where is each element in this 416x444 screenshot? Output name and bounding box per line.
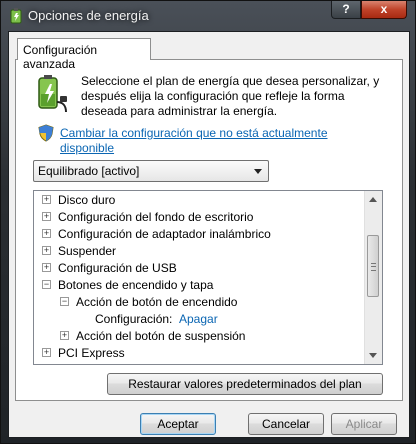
power-plan-select[interactable]: Equilibrado [activo] [33, 160, 269, 182]
change-unavailable-settings-link[interactable]: Cambiar la configuración que no está act… [60, 126, 360, 156]
restore-defaults-button[interactable]: Restaurar valores predeterminados del pl… [107, 373, 383, 395]
window-frame: Opciones de energía ? x Configuración av… [0, 0, 416, 444]
tab-advanced-settings[interactable]: Configuración avanzada [17, 38, 151, 71]
collapse-icon[interactable]: − [60, 297, 69, 306]
tree-item-label: Configuración de adaptador inalámbrico [58, 227, 271, 241]
setting-value-link[interactable]: Apagar [179, 310, 218, 328]
expand-icon[interactable]: + [42, 229, 51, 238]
close-button[interactable]: x [361, 1, 407, 19]
tree-item-label: Acción del botón de suspensión [76, 329, 246, 343]
apply-button[interactable]: Aplicar [331, 413, 397, 435]
dialog-client-area: Configuración avanzada Seleccione el pla… [8, 31, 410, 438]
tree-item-label: Suspender [58, 244, 117, 258]
title-bar[interactable]: Opciones de energía ? x [1, 1, 416, 31]
tree-item-label: Acción de botón de encendido [76, 295, 238, 309]
chevron-down-icon [254, 169, 262, 174]
cancel-button[interactable]: Cancelar [248, 413, 324, 435]
power-options-icon [8, 8, 24, 24]
battery-plug-icon [30, 74, 70, 114]
expand-icon[interactable]: + [60, 331, 69, 340]
help-button[interactable]: ? [331, 1, 361, 19]
scrollbar-thumb[interactable] [367, 235, 379, 297]
collapse-icon[interactable]: − [42, 280, 51, 289]
setting-label: Configuración: [95, 312, 173, 326]
tree-item-label: PCI Express [58, 346, 125, 360]
ok-button[interactable]: Aceptar [140, 413, 216, 435]
scroll-up-icon[interactable] [369, 197, 377, 202]
expand-icon[interactable]: + [42, 246, 51, 255]
intro-text: Seleccione el plan de energía que desea … [81, 74, 380, 118]
expand-icon[interactable]: + [42, 263, 51, 272]
uac-shield-icon [38, 124, 54, 142]
scroll-down-icon[interactable] [369, 353, 377, 358]
tree-item-label: Botones de encendido y tapa [58, 278, 214, 292]
tree-item-label: Disco duro [58, 193, 116, 207]
grip-icon [371, 263, 376, 271]
tree-item-label: Configuración de USB [58, 261, 177, 275]
window-title: Opciones de energía [28, 8, 149, 23]
settings-tree[interactable]: + Disco duro + Configuración del fondo d… [33, 190, 383, 365]
power-plan-selected-value: Equilibrado [activo] [38, 164, 140, 178]
expand-icon[interactable]: + [42, 348, 51, 357]
expand-icon[interactable]: + [42, 212, 51, 221]
tree-item-label: Configuración del fondo de escritorio [58, 210, 254, 224]
vertical-scrollbar[interactable] [364, 191, 382, 364]
expand-icon[interactable]: + [42, 195, 51, 204]
